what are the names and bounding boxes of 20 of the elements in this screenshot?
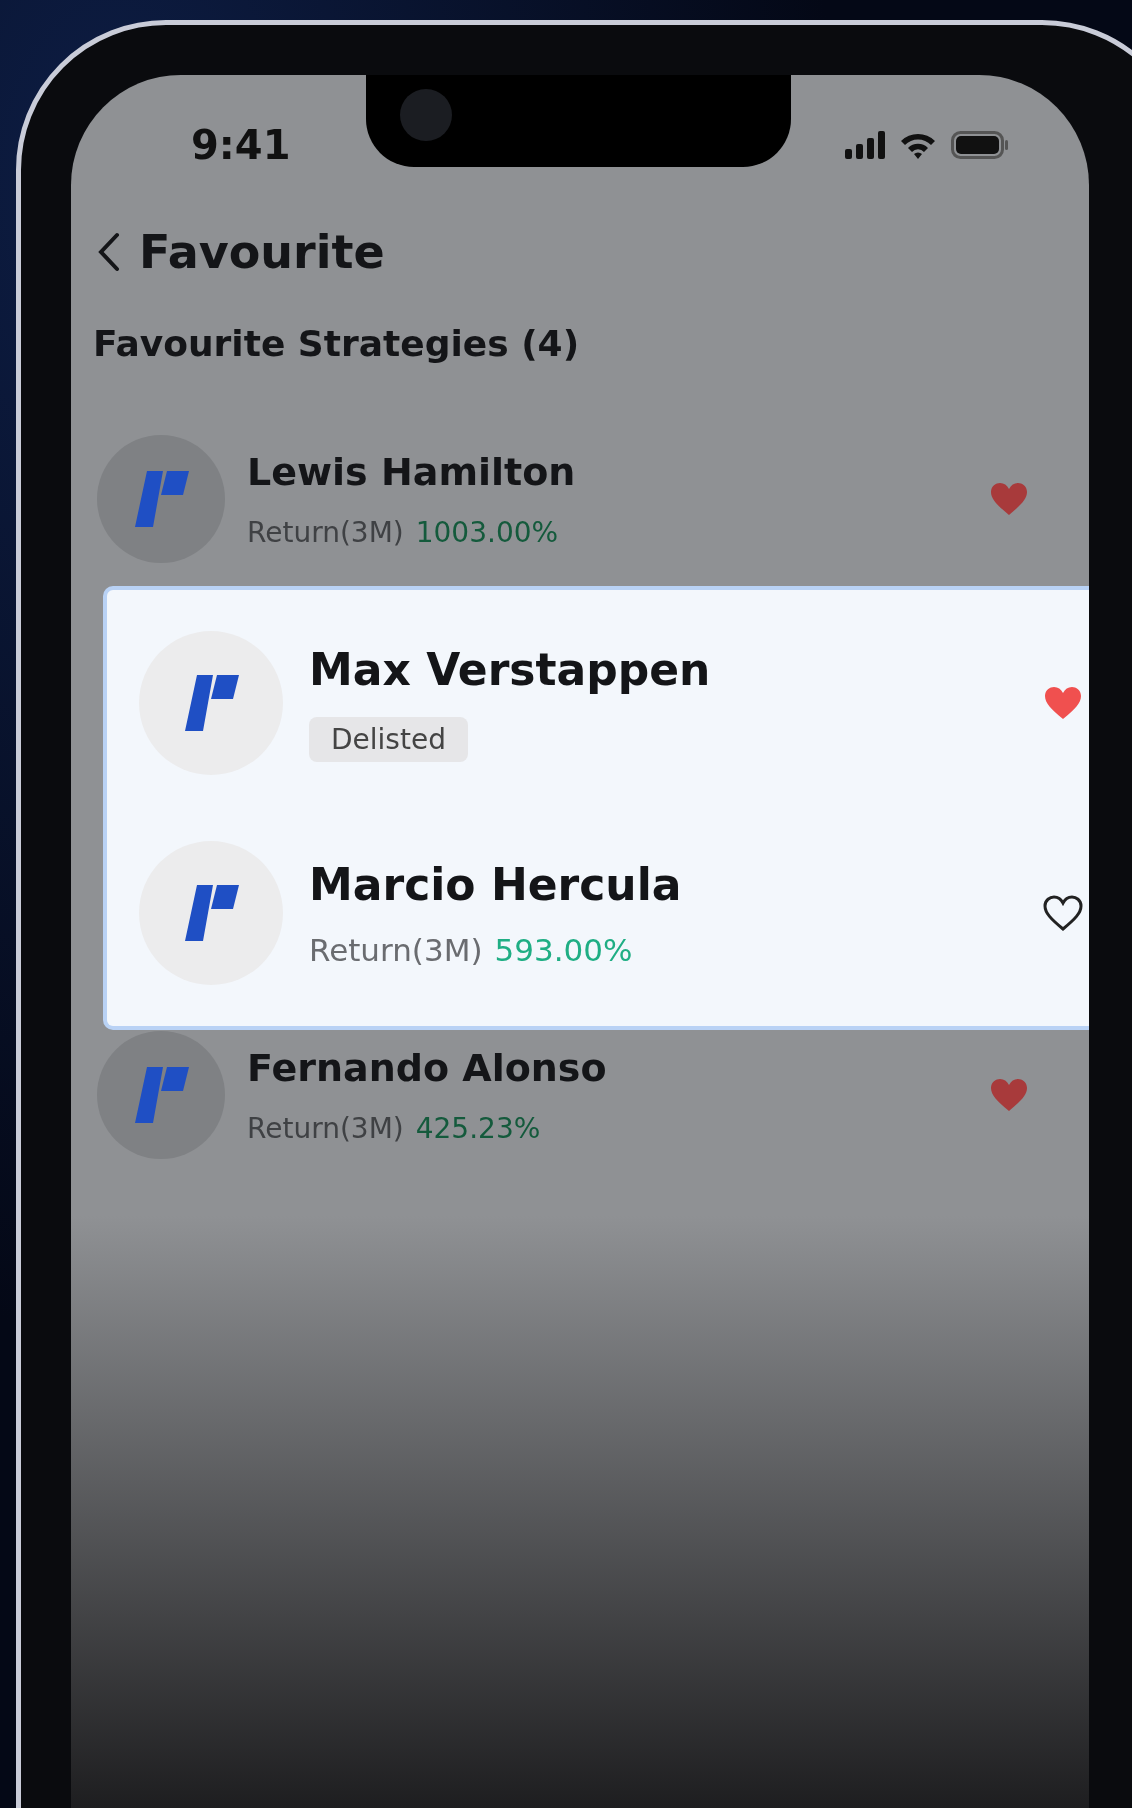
return-value: 425.23% bbox=[415, 1111, 541, 1145]
signal-icon bbox=[845, 131, 885, 159]
return-value: 1003.00% bbox=[415, 515, 559, 549]
wifi-icon bbox=[899, 131, 937, 159]
strategy-name: Lewis Hamilton bbox=[247, 449, 577, 494]
section-title: Favourite Strategies (4) bbox=[92, 322, 581, 364]
back-button[interactable] bbox=[97, 232, 121, 272]
return-label: Return(3M) bbox=[247, 1111, 404, 1145]
return-value: 593.00% bbox=[494, 931, 633, 968]
camera-icon bbox=[400, 89, 452, 141]
status-time: 9:41 bbox=[191, 122, 291, 168]
strategy-name: Fernando Alonso bbox=[247, 1045, 608, 1090]
status-tag: Delisted bbox=[309, 717, 468, 762]
battery-icon bbox=[951, 131, 1009, 159]
return-label: Return(3M) bbox=[247, 515, 404, 549]
return-label: Return(3M) bbox=[309, 931, 483, 968]
strategy-name: Max Verstappen bbox=[309, 644, 712, 695]
heart-button[interactable] bbox=[1043, 895, 1083, 931]
page-title: Favourite bbox=[139, 225, 385, 279]
strategy-name: Marcio Hercula bbox=[309, 858, 683, 910]
